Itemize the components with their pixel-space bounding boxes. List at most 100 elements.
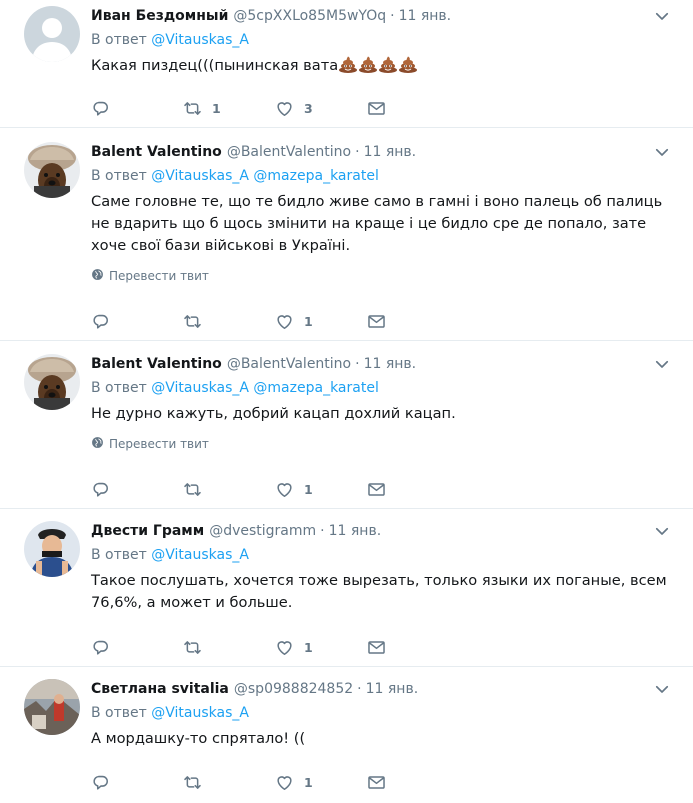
globe-icon [91, 268, 104, 284]
heart-icon [275, 773, 294, 792]
mention-link[interactable]: @Vitauskas_A [151, 168, 249, 184]
timestamp[interactable]: 11 янв. [364, 351, 417, 377]
retweet-icon [183, 312, 202, 331]
reply-icon [91, 312, 110, 331]
reply-button[interactable] [91, 98, 183, 118]
user-fullname[interactable]: Светлана svitalia [91, 676, 229, 702]
avatar[interactable] [24, 679, 80, 735]
tweet-actions: 1 [91, 311, 459, 331]
tweet-header: Иван Бездомный @5cpXXLo85M5wYOq · 11 янв… [91, 3, 673, 29]
dm-button[interactable] [367, 98, 459, 118]
tweet-text: Саме головне те, що те бидло живе само в… [91, 193, 663, 254]
avatar[interactable] [24, 142, 80, 198]
tweet[interactable]: Balent Valentino @BalentValentino · 11 я… [0, 128, 693, 341]
reply-icon [91, 99, 110, 118]
avatar[interactable] [24, 6, 80, 62]
tweet-header: Balent Valentino @BalentValentino · 11 я… [91, 139, 673, 165]
like-button[interactable]: 1 [275, 479, 367, 499]
user-fullname[interactable]: Balent Valentino [91, 351, 222, 377]
tweet[interactable]: Balent Valentino @BalentValentino · 11 я… [0, 341, 693, 509]
like-button[interactable]: 1 [275, 772, 367, 792]
translate-link[interactable]: Перевести твит [91, 435, 673, 453]
like-button[interactable]: 1 [275, 311, 367, 331]
user-handle[interactable]: @5cpXXLo85M5wYOq [233, 3, 386, 29]
reply-context: В ответ @Vitauskas_A [91, 29, 673, 51]
like-count: 1 [304, 481, 313, 497]
reply-button[interactable] [91, 311, 183, 331]
like-count: 1 [304, 639, 313, 655]
dm-button[interactable] [367, 479, 459, 499]
reply-context: В ответ @Vitauskas_A @mazepa_karatel [91, 165, 673, 187]
tweet-text: Какая пиздец(((пынинская вата [91, 55, 673, 77]
tweet-actions: 1 [91, 637, 459, 657]
chevron-down-icon[interactable] [651, 353, 673, 375]
reply-prefix: В ответ [91, 168, 147, 184]
reply-prefix: В ответ [91, 705, 147, 721]
envelope-icon [367, 99, 386, 118]
retweet-button[interactable] [183, 637, 275, 657]
heart-icon [275, 99, 294, 118]
retweet-button[interactable]: 1 [183, 98, 275, 118]
like-button[interactable]: 3 [275, 98, 367, 118]
like-button[interactable]: 1 [275, 637, 367, 657]
reply-context: В ответ @Vitauskas_A @mazepa_karatel [91, 377, 673, 399]
translate-label: Перевести твит [109, 269, 209, 283]
mention-link[interactable]: @mazepa_karatel [253, 168, 378, 184]
tweet[interactable]: Двести Грамм @dvestigramm · 11 янв. В от… [0, 509, 693, 667]
envelope-icon [367, 638, 386, 657]
time-separator: · [355, 356, 360, 372]
mention-link[interactable]: @Vitauskas_A [151, 380, 249, 396]
reply-prefix: В ответ [91, 32, 147, 48]
retweet-count: 1 [212, 100, 221, 116]
translate-link[interactable]: Перевести твит [91, 267, 673, 285]
mention-link[interactable]: @Vitauskas_A [151, 32, 249, 48]
mention-link[interactable]: @mazepa_karatel [253, 380, 378, 396]
retweet-button[interactable] [183, 311, 275, 331]
chevron-down-icon[interactable] [651, 5, 673, 27]
dm-button[interactable] [367, 637, 459, 657]
user-handle[interactable]: @BalentValentino [227, 351, 351, 377]
avatar[interactable] [24, 521, 80, 577]
user-fullname[interactable]: Balent Valentino [91, 139, 222, 165]
tweet[interactable]: Иван Бездомный @5cpXXLo85M5wYOq · 11 янв… [0, 0, 693, 128]
retweet-button[interactable] [183, 479, 275, 499]
user-fullname[interactable]: Двести Грамм [91, 518, 204, 544]
like-count: 1 [304, 774, 313, 790]
reply-button[interactable] [91, 772, 183, 792]
reply-context: В ответ @Vitauskas_A [91, 702, 673, 724]
reply-icon [91, 773, 110, 792]
avatar[interactable] [24, 354, 80, 410]
tweet-header: Светлана svitalia @sp0988824852 · 11 янв… [91, 676, 673, 702]
heart-icon [275, 480, 294, 499]
emoji-group [338, 56, 418, 74]
retweet-button[interactable] [183, 772, 275, 792]
tweet-header: Двести Грамм @dvestigramm · 11 янв. [91, 518, 673, 544]
tweet-text-content: Какая пиздец(((пынинская вата [91, 57, 339, 74]
tweet-actions: 1 3 [91, 98, 459, 118]
reply-button[interactable] [91, 637, 183, 657]
dm-button[interactable] [367, 311, 459, 331]
tweet-header: Balent Valentino @BalentValentino · 11 я… [91, 351, 673, 377]
mention-link[interactable]: @Vitauskas_A [151, 705, 249, 721]
user-handle[interactable]: @dvestigramm [209, 518, 316, 544]
tweet[interactable]: Светлана svitalia @sp0988824852 · 11 янв… [0, 667, 693, 803]
dm-button[interactable] [367, 772, 459, 792]
timestamp[interactable]: 11 янв. [399, 3, 452, 29]
like-count: 1 [304, 313, 313, 329]
timestamp[interactable]: 11 янв. [329, 518, 382, 544]
chevron-down-icon[interactable] [651, 520, 673, 542]
like-count: 3 [304, 100, 313, 116]
tweet-text: Такое послушать, хочется тоже вырезать, … [91, 572, 667, 611]
reply-button[interactable] [91, 479, 183, 499]
tweet-actions: 1 [91, 772, 459, 792]
heart-icon [275, 312, 294, 331]
mention-link[interactable]: @Vitauskas_A [151, 547, 249, 563]
chevron-down-icon[interactable] [651, 141, 673, 163]
timestamp[interactable]: 11 янв. [366, 676, 419, 702]
time-separator: · [357, 681, 362, 697]
user-fullname[interactable]: Иван Бездомный [91, 3, 228, 29]
user-handle[interactable]: @BalentValentino [227, 139, 351, 165]
user-handle[interactable]: @sp0988824852 [234, 676, 353, 702]
timestamp[interactable]: 11 янв. [364, 139, 417, 165]
chevron-down-icon[interactable] [651, 678, 673, 700]
